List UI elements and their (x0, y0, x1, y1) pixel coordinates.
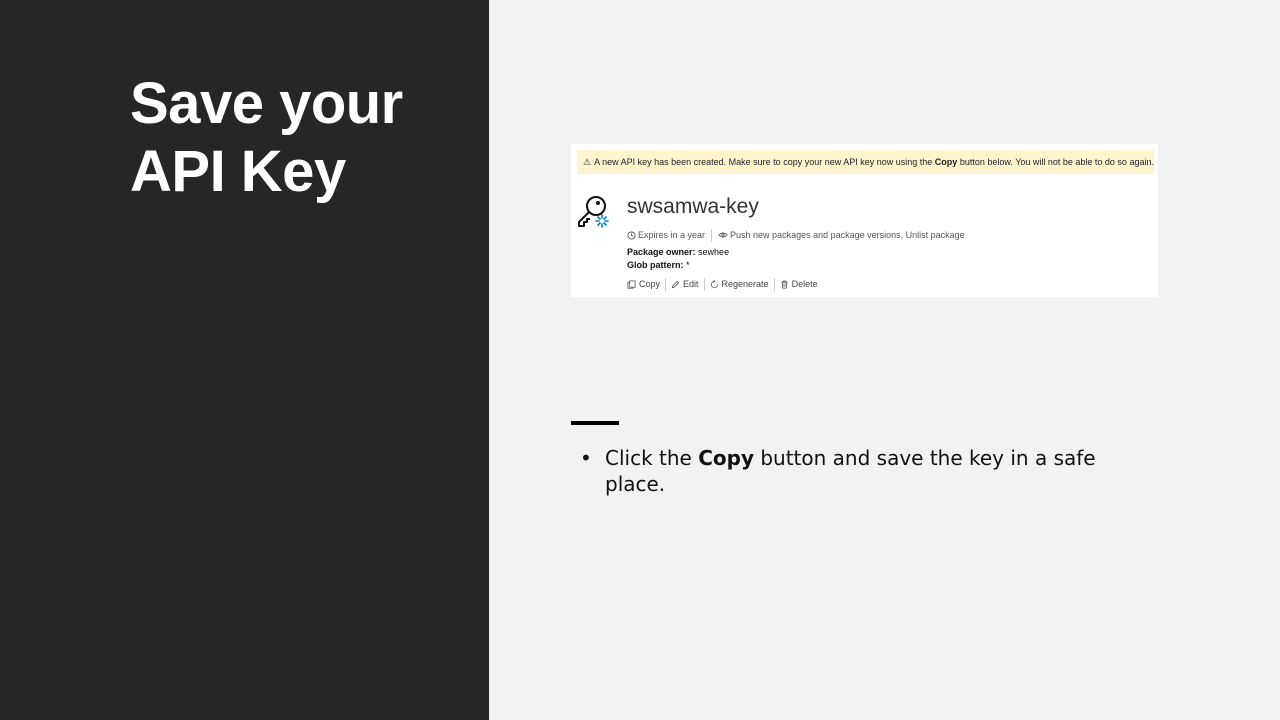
copy-icon (627, 279, 636, 289)
scopes-text: Push new packages and package versions, … (730, 230, 965, 240)
key-actions: Copy Edit Regenerate Delete (623, 277, 822, 291)
package-owner-label: Package owner: (627, 247, 696, 257)
divider (711, 228, 713, 242)
slide-title: Save your API Key (130, 70, 470, 206)
key-icon (578, 196, 609, 228)
divider (665, 277, 667, 291)
glob-pattern-value: * (686, 260, 690, 270)
title-line-1: Save your (130, 71, 403, 136)
pencil-icon (671, 280, 680, 288)
bullet-text-bold: Copy (698, 446, 754, 470)
title-line-2: API Key (130, 139, 346, 204)
bullet-item: • Click the Copy button and save the key… (577, 445, 1137, 497)
divider (773, 277, 775, 291)
bullet-list: • Click the Copy button and save the key… (577, 445, 1137, 497)
package-owner-value: sewhee (698, 247, 730, 257)
divider (703, 277, 705, 291)
package-owner-row: Package owner: sewhee (627, 247, 729, 257)
eye-icon (718, 232, 728, 238)
edit-button[interactable]: Edit (667, 279, 703, 289)
right-panel (489, 0, 1280, 720)
delete-button[interactable]: Delete (776, 279, 822, 289)
created-banner: ⚠ A new API key has been created. Make su… (577, 150, 1154, 174)
delete-label: Delete (791, 279, 818, 289)
regenerate-label: Regenerate (721, 279, 769, 289)
warning-icon: ⚠ (583, 157, 592, 167)
edit-label: Edit (683, 279, 699, 289)
glob-pattern-row: Glob pattern: * (627, 260, 690, 270)
copy-button[interactable]: Copy (623, 279, 664, 289)
copy-label: Copy (639, 279, 661, 289)
expires-text: Expires in a year (638, 230, 706, 240)
trash-icon (780, 280, 788, 289)
banner-text: A new API key has been created. Make sur… (594, 157, 933, 167)
bullet-dot: • (580, 446, 592, 470)
api-key-screenshot: ⚠ A new API key has been created. Make su… (571, 144, 1158, 297)
left-panel: Save your API Key (0, 0, 489, 720)
accent-rule (571, 421, 619, 425)
glob-pattern-label: Glob pattern: (627, 260, 684, 270)
bullet-text-before: Click the (605, 446, 692, 470)
banner-text-after: button below. You will not be able to do… (959, 157, 1154, 167)
key-name: swsamwa-key (627, 195, 759, 218)
refresh-icon (710, 279, 718, 288)
clock-icon (627, 230, 636, 240)
regenerate-button[interactable]: Regenerate (706, 279, 773, 289)
banner-copy-word: Copy (934, 157, 958, 167)
key-meta-row: Expires in a year Push new packages and … (627, 228, 965, 242)
